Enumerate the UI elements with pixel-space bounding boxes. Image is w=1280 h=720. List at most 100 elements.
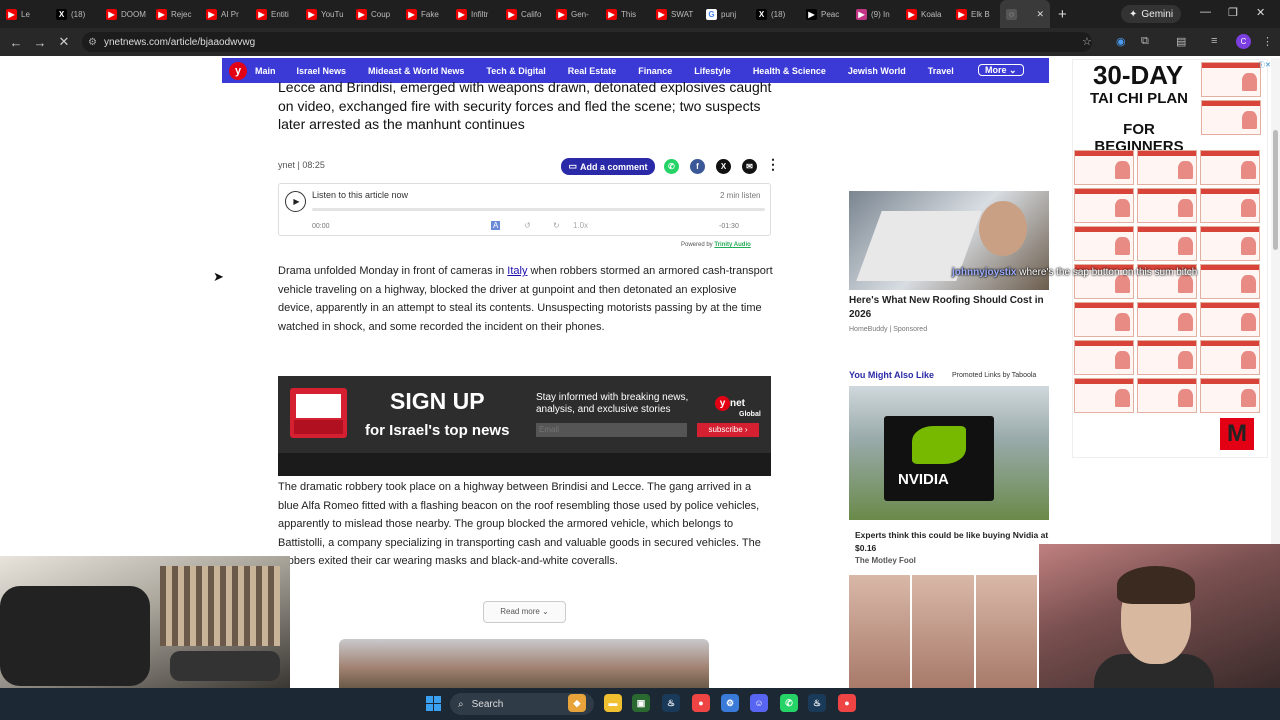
- nav-item[interactable]: Mideast & World News: [368, 66, 464, 76]
- subscribe-button[interactable]: subscribe ›: [697, 423, 759, 437]
- browser-tab[interactable]: ▶ YouTu: [300, 0, 350, 28]
- bookmark-star-icon[interactable]: ☆: [1082, 35, 1092, 48]
- browser-tab[interactable]: ▶ Rejec: [150, 0, 200, 28]
- more-menu-button[interactable]: More ⌄: [978, 64, 1024, 76]
- nvidia-ad-image[interactable]: NVIDIA: [849, 386, 1049, 520]
- nav-item[interactable]: Travel: [928, 66, 954, 76]
- pose-figure: [1178, 237, 1193, 255]
- play-icon[interactable]: ▶: [285, 191, 306, 212]
- taichi-day-cell: [1200, 378, 1260, 413]
- steam-taskbar-icon[interactable]: ♨: [808, 694, 826, 712]
- robot-tank: [170, 651, 280, 681]
- discord-icon[interactable]: ☺: [750, 694, 768, 712]
- menu-kebab-icon[interactable]: ⋮: [1262, 35, 1273, 48]
- rewind-icon[interactable]: ↺: [524, 221, 531, 230]
- tab-label: Coup: [371, 9, 391, 19]
- nav-item[interactable]: Lifestyle: [694, 66, 731, 76]
- browser-tab[interactable]: ▶ Peac: [800, 0, 850, 28]
- browser-tab[interactable]: ▶ Elk B: [950, 0, 1000, 28]
- facebook-icon[interactable]: f: [690, 159, 705, 174]
- windows-start-icon[interactable]: [426, 696, 441, 711]
- ynet-logo[interactable]: y: [229, 61, 247, 80]
- tab-label: Peac: [821, 9, 840, 19]
- steam-icon[interactable]: ♨: [662, 694, 680, 712]
- whatsapp-taskbar-icon[interactable]: ✆: [780, 694, 798, 712]
- browser-tab[interactable]: ▶ Califo: [500, 0, 550, 28]
- taboola-label[interactable]: Promoted Links by Taboola: [952, 372, 1036, 379]
- faces-ad-image[interactable]: [849, 575, 1039, 688]
- browser-tab[interactable]: ▶ AI Pr: [200, 0, 250, 28]
- browser-tab[interactable]: ▶ SWAT: [650, 0, 700, 28]
- extension-icon[interactable]: ◉: [1116, 35, 1126, 48]
- site-info-icon[interactable]: ⚙: [88, 37, 97, 48]
- browser-tab[interactable]: ▶ Fake: [400, 0, 450, 28]
- widget-icon[interactable]: ◆: [568, 694, 586, 712]
- add-comment-button[interactable]: ▭ Add a comment: [561, 158, 655, 175]
- browser-tab[interactable]: X (18): [750, 0, 800, 28]
- forward-icon[interactable]: →: [28, 35, 52, 50]
- browser-tab[interactable]: X (18): [50, 0, 100, 28]
- browser-tab[interactable]: ▶ DOOM: [100, 0, 150, 28]
- read-more-button[interactable]: Read more ⌄: [483, 601, 566, 623]
- nav-item[interactable]: Israel News: [297, 66, 347, 76]
- listen-label: Listen to this article now: [312, 190, 409, 200]
- url-bar[interactable]: ⚙ ynetnews.com/article/bjaaodwvwg: [82, 32, 1092, 52]
- browser-tab[interactable]: ▶ Gen-: [550, 0, 600, 28]
- browser-tab[interactable]: ▶ (9) In: [850, 0, 900, 28]
- back-icon[interactable]: ←: [4, 35, 28, 50]
- browser-tab[interactable]: ▶ Entiti: [250, 0, 300, 28]
- nav-item[interactable]: Jewish World: [848, 66, 906, 76]
- nav-item[interactable]: Finance: [638, 66, 672, 76]
- tab-label: Califo: [521, 9, 542, 19]
- mouse-cursor-icon: ➤: [213, 269, 224, 284]
- new-tab-icon[interactable]: +: [1050, 6, 1075, 23]
- browser-tab[interactable]: ▶ Koala: [900, 0, 950, 28]
- browser-tab[interactable]: Gpunj: [700, 0, 750, 28]
- app-icon[interactable]: ⚙: [721, 694, 739, 712]
- adchoices-icon[interactable]: ⓘ✕: [1258, 60, 1271, 70]
- gemini-button[interactable]: ✦ Gemini: [1121, 5, 1182, 23]
- file-explorer-icon[interactable]: ▬: [604, 694, 622, 712]
- whatsapp-icon[interactable]: ✆: [664, 159, 679, 174]
- browser-tab[interactable]: ▶ Infiltr: [450, 0, 500, 28]
- translate-icon[interactable]: A: [491, 221, 501, 230]
- audio-progress-track[interactable]: [312, 208, 765, 211]
- profile-avatar[interactable]: C: [1236, 34, 1251, 49]
- email-share-icon[interactable]: ✉: [742, 159, 757, 174]
- nvidia-ad-title[interactable]: Experts think this could be like buying …: [855, 529, 1050, 555]
- roofing-ad-title[interactable]: Here's What New Roofing Should Cost in 2…: [849, 294, 1049, 322]
- chrome-active-icon[interactable]: ●: [838, 694, 856, 712]
- chrome-icon[interactable]: ●: [692, 694, 710, 712]
- active-tab[interactable]: ◌ ✕: [1000, 0, 1050, 28]
- media-icon[interactable]: ≡: [1211, 35, 1217, 47]
- scroll-thumb[interactable]: [1273, 130, 1278, 250]
- nvidia-app-icon[interactable]: ▣: [632, 694, 650, 712]
- nav-item[interactable]: Tech & Digital: [486, 66, 545, 76]
- taichi-day-cell: [1137, 188, 1197, 223]
- browser-tab[interactable]: ▶ Coup: [350, 0, 400, 28]
- forward-skip-icon[interactable]: ↻: [553, 221, 560, 230]
- restore-icon[interactable]: ❐: [1228, 6, 1238, 19]
- taichi-ad[interactable]: 30-DAY TAI CHI PLAN FOR BEGINNERS M: [1072, 59, 1268, 458]
- webcam-streamer: [1039, 544, 1280, 688]
- browser-tab[interactable]: ▶ Le: [0, 0, 50, 28]
- nav-item[interactable]: Health & Science: [753, 66, 826, 76]
- tab-label: (9) In: [871, 9, 890, 19]
- x-share-icon[interactable]: X: [716, 159, 731, 174]
- extensions-puzzle-icon[interactable]: ⧉: [1141, 35, 1149, 48]
- share-more-icon[interactable]: ⋮: [766, 156, 780, 173]
- nav-item[interactable]: Real Estate: [568, 66, 617, 76]
- italy-link[interactable]: Italy: [507, 265, 527, 277]
- trinity-audio-link[interactable]: Trinity Audio: [714, 242, 750, 248]
- close-window-icon[interactable]: ✕: [1256, 6, 1265, 19]
- close-tab-icon[interactable]: ✕: [1036, 9, 1044, 20]
- playback-speed[interactable]: 1.0x: [573, 221, 588, 230]
- pose-figure: [1241, 389, 1256, 407]
- sidepanel-icon[interactable]: ▤: [1176, 35, 1186, 48]
- minimize-icon[interactable]: —: [1200, 6, 1211, 18]
- taichi-day-cell: [1074, 340, 1134, 375]
- browser-tab[interactable]: ▶ This: [600, 0, 650, 28]
- nav-item[interactable]: Main: [255, 66, 276, 76]
- stop-loading-icon[interactable]: ✕: [52, 34, 76, 50]
- signup-email-input[interactable]: [536, 423, 687, 437]
